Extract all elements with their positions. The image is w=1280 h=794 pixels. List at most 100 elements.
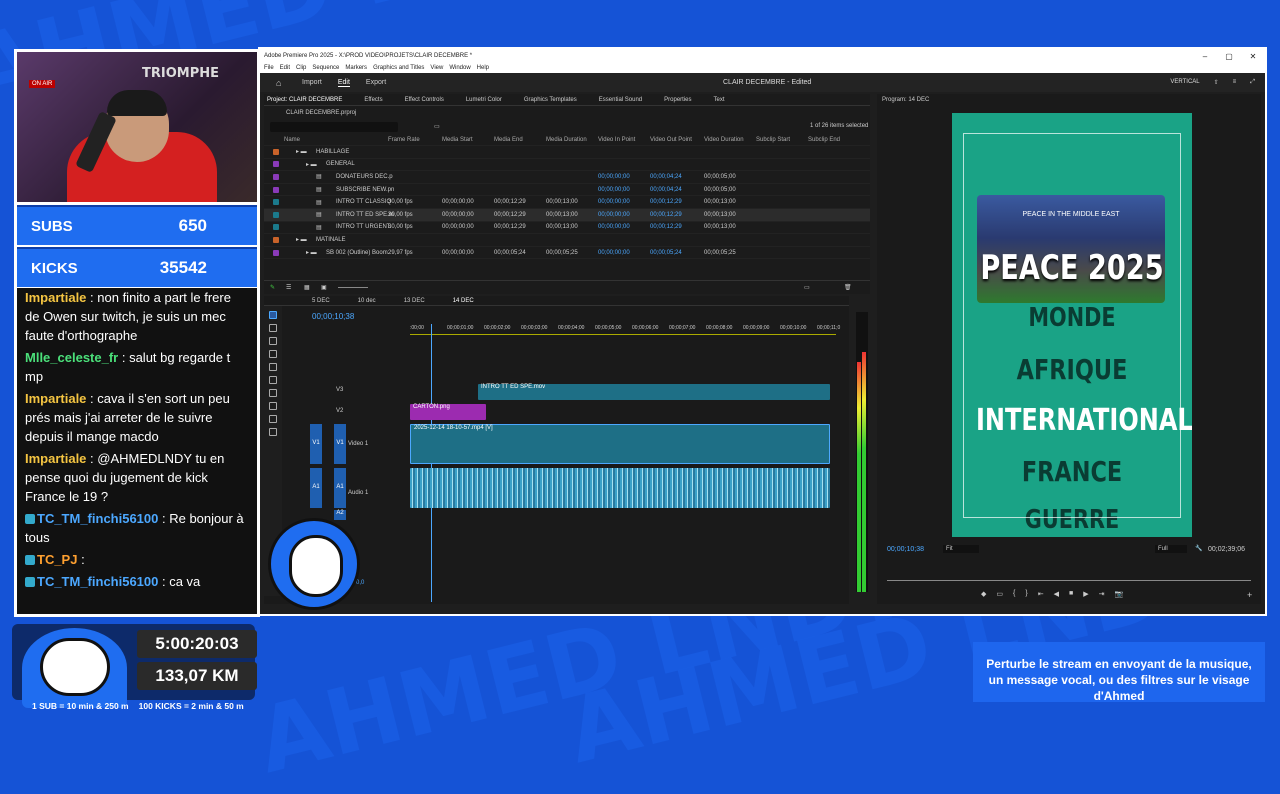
wrench-icon[interactable]: 🔧 — [1195, 545, 1202, 552]
label-color[interactable] — [273, 199, 279, 206]
go-to-in-icon[interactable]: ⇤ — [1038, 590, 1044, 598]
menu-item-sequence[interactable]: Sequence — [312, 65, 339, 71]
column-header[interactable]: Frame Rate — [388, 137, 420, 143]
menu-icon[interactable]: ≡ — [1233, 79, 1237, 86]
panel-tab[interactable]: Lumetri Color — [466, 97, 502, 103]
panel-tab[interactable]: Project: CLAIR DECEMBRE — [267, 97, 342, 103]
stop-icon[interactable]: ■ — [1069, 590, 1073, 598]
menu-item-clip[interactable]: Clip — [296, 65, 306, 71]
project-row[interactable]: ▸ ▬ HABILLAGE — [264, 146, 870, 159]
project-row[interactable]: ▸ ▬ SB 002 (Outline) Boom. 29,97 fps 00;00;… — [264, 247, 870, 260]
new-bin-icon[interactable]: ▭ — [804, 284, 810, 291]
column-header[interactable]: Subclip Start — [756, 137, 790, 143]
slip-icon[interactable] — [269, 363, 277, 371]
track-v1-source[interactable]: V1 — [310, 424, 322, 464]
clip-v3[interactable]: INTRO TT ED SPE.mov — [478, 384, 830, 400]
pencil-icon[interactable]: ✎ — [270, 284, 275, 291]
fullscreen-icon[interactable]: ⤢ — [1250, 79, 1255, 86]
panel-tab[interactable]: Graphics Templates — [524, 97, 577, 103]
label-color[interactable] — [273, 249, 279, 256]
panel-tab[interactable]: Text — [714, 97, 725, 103]
resolution-dropdown[interactable]: Full — [1155, 545, 1187, 553]
chat-username[interactable]: Impartiale — [25, 451, 86, 466]
label-color[interactable] — [273, 173, 279, 180]
search-input[interactable] — [270, 122, 398, 132]
project-row[interactable]: ▤ INTRO TT CLASSIQ 30,00 fps 00;00;00;00 00;… — [264, 196, 870, 209]
label-color[interactable] — [273, 236, 279, 243]
icon-view-icon[interactable]: ▦ — [304, 284, 310, 291]
panel-tab[interactable]: Properties — [664, 97, 691, 103]
mark-in-icon[interactable]: { — [1013, 590, 1015, 598]
selection-tool-icon[interactable] — [269, 311, 277, 319]
track-a1-source[interactable]: A1 — [310, 468, 322, 508]
toggle-icon[interactable]: ▭ — [996, 590, 1003, 598]
delete-icon[interactable]: 🗑 — [844, 284, 852, 291]
project-row[interactable]: ▤ INTRO TT ED SPE.m 30,00 fps 00;00;00;00 00… — [264, 208, 870, 222]
caption-icon[interactable] — [269, 428, 277, 436]
timeline-tab[interactable]: 5 DEC — [312, 298, 330, 304]
rectangle-icon[interactable] — [269, 389, 277, 397]
razor-icon[interactable] — [269, 350, 277, 358]
panel-tab[interactable]: Effects — [364, 97, 382, 103]
column-header[interactable]: Subclip End — [808, 137, 840, 143]
step-forward-icon[interactable]: ▶ — [1083, 590, 1088, 598]
menu-item-graphics-and-titles[interactable]: Graphics and Titles — [373, 65, 424, 71]
ripple-edit-icon[interactable] — [269, 337, 277, 345]
label-color[interactable] — [273, 161, 279, 168]
step-back-icon[interactable]: ◀ — [1054, 590, 1059, 598]
project-row[interactable]: ▸ ▬ MATINALE — [264, 234, 870, 247]
chat-username[interactable]: TC_TM_finchi56100 — [37, 574, 158, 589]
column-header[interactable]: Media Duration — [546, 137, 587, 143]
type-icon[interactable] — [269, 415, 277, 423]
timeline-tab[interactable]: 14 DEC — [453, 298, 474, 304]
add-button-icon[interactable]: + — [1247, 590, 1252, 600]
panel-tab[interactable]: Essential Sound — [599, 97, 642, 103]
chat-username[interactable]: Impartiale — [25, 290, 86, 305]
menu-item-file[interactable]: File — [264, 65, 274, 71]
workspace-label[interactable]: VERTICAL — [1170, 79, 1199, 86]
chat-username[interactable]: TC_TM_finchi56100 — [37, 511, 158, 526]
menu-item-view[interactable]: View — [430, 65, 443, 71]
home-icon[interactable]: ⌂ — [276, 78, 281, 88]
folder-icon[interactable]: ▭ — [434, 123, 440, 130]
minimize-button[interactable]: – — [1193, 52, 1217, 61]
panel-tab[interactable]: Effect Controls — [405, 97, 444, 103]
pen-icon[interactable] — [269, 376, 277, 384]
clip-v2[interactable]: CARTON.png — [410, 404, 486, 420]
hand-icon[interactable] — [269, 402, 277, 410]
nav-export[interactable]: Export — [366, 79, 386, 87]
label-color[interactable] — [273, 148, 279, 155]
label-color[interactable] — [273, 186, 279, 193]
go-to-out-icon[interactable]: ⇥ — [1099, 590, 1105, 598]
column-header[interactable]: Media End — [494, 137, 523, 143]
program-title[interactable]: Program: 14 DEC — [882, 97, 929, 103]
nav-import[interactable]: Import — [302, 79, 322, 87]
freeform-view-icon[interactable]: ▣ — [321, 284, 327, 291]
program-timecode[interactable]: 00;00;10;38 — [887, 546, 924, 553]
nav-edit[interactable]: Edit — [337, 79, 350, 87]
menu-item-markers[interactable]: Markers — [345, 65, 367, 71]
list-view-icon[interactable]: ☰ — [286, 284, 291, 291]
close-button[interactable]: ✕ — [1241, 52, 1265, 61]
project-row[interactable]: ▤ SUBSCRIBE NEW.pn 00;00;00;00 00;00;04;24 0… — [264, 184, 870, 197]
add-marker-icon[interactable]: ◆ — [981, 590, 986, 598]
track-v1-target[interactable]: V1 — [334, 424, 346, 464]
track-a1-target[interactable]: A1 — [334, 468, 346, 508]
program-scrubber[interactable] — [887, 580, 1251, 581]
project-row[interactable]: ▤ DONATEURS DEC.p 00;00;00;00 00;00;04;24 00… — [264, 171, 870, 184]
clip-v1[interactable]: 2025-12-14 18-10-57.mp4 [V] — [410, 424, 830, 464]
column-header[interactable]: Video In Point — [598, 137, 635, 143]
track-a2-target[interactable]: A2 — [334, 510, 346, 520]
menu-item-window[interactable]: Window — [449, 65, 470, 71]
zoom-slider[interactable] — [338, 287, 368, 288]
timeline-tab[interactable]: 10 dec — [358, 298, 376, 304]
label-color[interactable] — [273, 211, 279, 218]
master-volume[interactable]: 0,0 — [356, 580, 364, 586]
menu-item-help[interactable]: Help — [477, 65, 489, 71]
maximize-button[interactable]: ▢ — [1217, 52, 1241, 61]
quick-export-icon[interactable]: ⇧ — [1214, 79, 1219, 86]
mark-out-icon[interactable]: } — [1025, 590, 1027, 598]
timeline-ruler[interactable]: :00;00 00;00;01;00 00;00;02;00 00;00;03;00 0… — [410, 325, 840, 335]
timeline-tab[interactable]: 13 DEC — [404, 298, 425, 304]
project-row[interactable]: ▤ INTRO TT URGENT. 30,00 fps 00;00;00;00 00;… — [264, 222, 870, 235]
